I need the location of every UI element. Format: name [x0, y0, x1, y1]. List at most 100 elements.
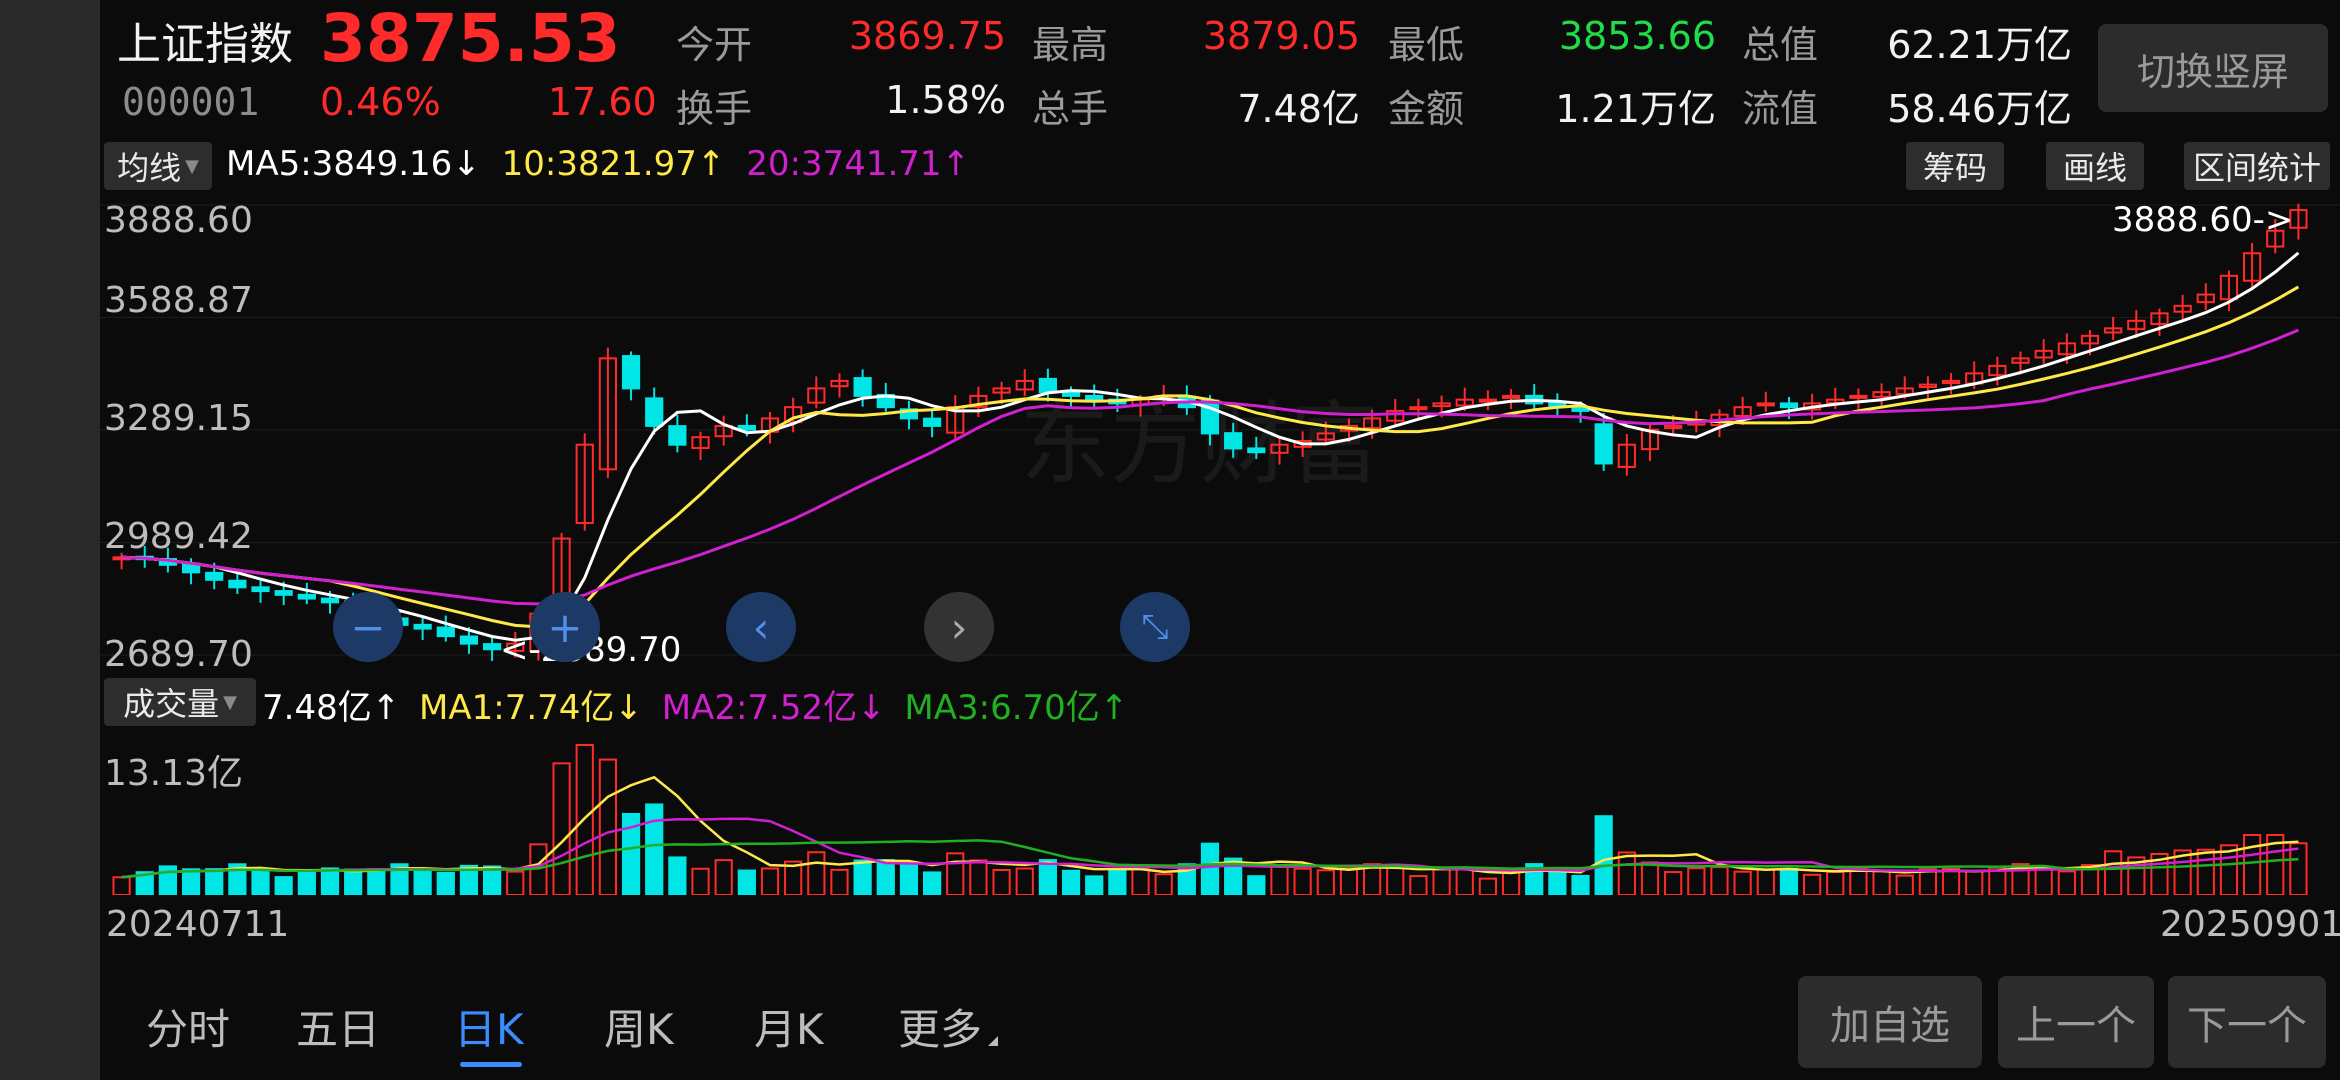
- stat-high-value: 3879.05: [1202, 14, 1360, 58]
- ma-legend: MA5:3849.16↓ 10:3821.97↑ 20:3741.71↑: [226, 144, 970, 184]
- volume-selector[interactable]: 成交量 ▼: [104, 678, 256, 726]
- candle-body: [1085, 394, 1104, 401]
- volume-chart[interactable]: [100, 735, 2340, 895]
- ma-selector[interactable]: 均线 ▼: [104, 142, 212, 190]
- stat-open-value: 3869.75: [848, 14, 1006, 58]
- vol-ma1-arrow: ↓: [614, 688, 643, 728]
- volume-bar: [1154, 873, 1173, 895]
- stat-amount-value: 1.21万亿: [1555, 87, 1716, 131]
- volume-bar: [1640, 861, 1660, 895]
- tab-daily-k[interactable]: 日K: [454, 996, 524, 1057]
- volume-bar: [1131, 867, 1150, 895]
- volume-bar: [598, 758, 617, 895]
- volume-bar: [992, 869, 1011, 895]
- chips-button[interactable]: 筹码: [1906, 142, 2004, 190]
- volume-bar: [1571, 874, 1590, 895]
- volume-bar: [1849, 867, 1868, 895]
- ma5-arrow: ↓: [452, 144, 481, 184]
- volume-bar: [2243, 834, 2262, 895]
- index-name: 上证指数: [117, 19, 293, 70]
- volume-bar: [1339, 867, 1359, 895]
- chevron-down-icon: ▼: [223, 691, 237, 713]
- left-gutter: [0, 0, 100, 1080]
- candle-body: [297, 593, 316, 600]
- zoom-in-button[interactable]: +: [530, 592, 600, 662]
- switch-portrait-button[interactable]: 切换竖屏: [2098, 24, 2328, 112]
- collapse-button[interactable]: ⤡: [1120, 592, 1190, 662]
- candle-body: [645, 397, 664, 427]
- more-corner-icon: [988, 1036, 998, 1046]
- candle-body: [1779, 402, 1799, 409]
- volume-bar: [506, 870, 525, 895]
- candle-body: [668, 425, 687, 446]
- volume-bar: [737, 869, 756, 895]
- volume-bar: [1108, 868, 1127, 895]
- stat-float-cap-label: 流值: [1742, 87, 1819, 131]
- scroll-left-button[interactable]: ‹: [726, 592, 796, 662]
- volume-bar: [1061, 869, 1081, 895]
- volume-bar: [1965, 869, 1984, 895]
- candlestick-chart[interactable]: 东方财富: [100, 195, 2340, 675]
- volume-bar: [830, 868, 849, 895]
- chevron-left-icon: ‹: [752, 602, 770, 652]
- volume-bar: [1687, 867, 1706, 895]
- draw-line-button[interactable]: 画线: [2046, 142, 2144, 190]
- zoom-out-button[interactable]: −: [333, 592, 403, 662]
- tab-more[interactable]: 更多: [898, 996, 982, 1057]
- volume-bar: [2289, 842, 2308, 895]
- ma10-arrow: ↑: [696, 144, 726, 184]
- volume-max-label: 13.13亿: [104, 753, 244, 794]
- volume-bar: [1293, 867, 1312, 895]
- volume-bar: [1455, 867, 1474, 895]
- stat-total-cap-value: 62.21万亿: [1887, 23, 2072, 67]
- volume-bar: [1409, 875, 1428, 895]
- volume-bar: [899, 861, 919, 895]
- volume-bar: [668, 856, 687, 895]
- vol-ma1: MA1:7.74亿: [419, 688, 615, 728]
- stat-low-label: 最低: [1388, 23, 1465, 67]
- volume-bar: [297, 869, 316, 895]
- tab-monthly-k[interactable]: 月K: [754, 996, 824, 1057]
- volume-bar: [205, 868, 224, 895]
- next-button[interactable]: 下一个: [2168, 976, 2326, 1068]
- pct-change: 0.46%: [320, 80, 441, 124]
- volume-bar: [1478, 877, 1497, 895]
- stat-turnover-label: 换手: [676, 87, 753, 131]
- range-stats-button[interactable]: 区间统计: [2184, 142, 2330, 190]
- y-axis-label-4: 2989.42: [104, 516, 253, 557]
- stat-volume-value: 7.48亿: [1237, 87, 1360, 131]
- stat-high-label: 最高: [1032, 23, 1109, 67]
- tab-weekly-k[interactable]: 周K: [604, 996, 674, 1057]
- stat-low-value: 3853.66: [1558, 14, 1716, 58]
- volume-bar: [946, 852, 965, 895]
- volume-bar: [1779, 867, 1799, 895]
- volume-bar: [552, 762, 571, 895]
- vol-ma3: MA3:6.70亿: [904, 688, 1100, 728]
- y-axis-label-bottom: 2689.70: [104, 634, 253, 675]
- stat-amount-label: 金额: [1388, 87, 1465, 131]
- minus-icon: −: [350, 602, 386, 652]
- volume-bar: [274, 876, 293, 895]
- date-end: 20250901: [2160, 904, 2340, 945]
- previous-button[interactable]: 上一个: [1998, 976, 2154, 1068]
- ma10-value: 10:3821.97: [501, 144, 697, 184]
- tab-intraday[interactable]: 分时: [146, 996, 230, 1057]
- candle-body: [1409, 406, 1428, 411]
- add-watchlist-button[interactable]: 加自选: [1798, 976, 1982, 1068]
- candle-body: [1224, 432, 1243, 450]
- scroll-right-button[interactable]: ›: [924, 592, 994, 662]
- ma5-value: MA5:3849.16: [226, 144, 453, 184]
- volume-bar: [1200, 842, 1220, 895]
- volume-bar: [2034, 866, 2053, 895]
- candle-body: [1849, 394, 1868, 399]
- tab-five-day[interactable]: 五日: [296, 996, 380, 1057]
- candle-body: [621, 355, 641, 390]
- candle-body: [413, 623, 432, 630]
- volume-bar: [1895, 874, 1914, 895]
- volume-bar: [2196, 848, 2215, 895]
- index-code: 000001: [122, 80, 260, 124]
- chevron-down-icon: ▼: [185, 155, 199, 177]
- volume-bar: [807, 851, 826, 895]
- candle-body: [1247, 447, 1266, 454]
- volume-bar: [1548, 870, 1567, 895]
